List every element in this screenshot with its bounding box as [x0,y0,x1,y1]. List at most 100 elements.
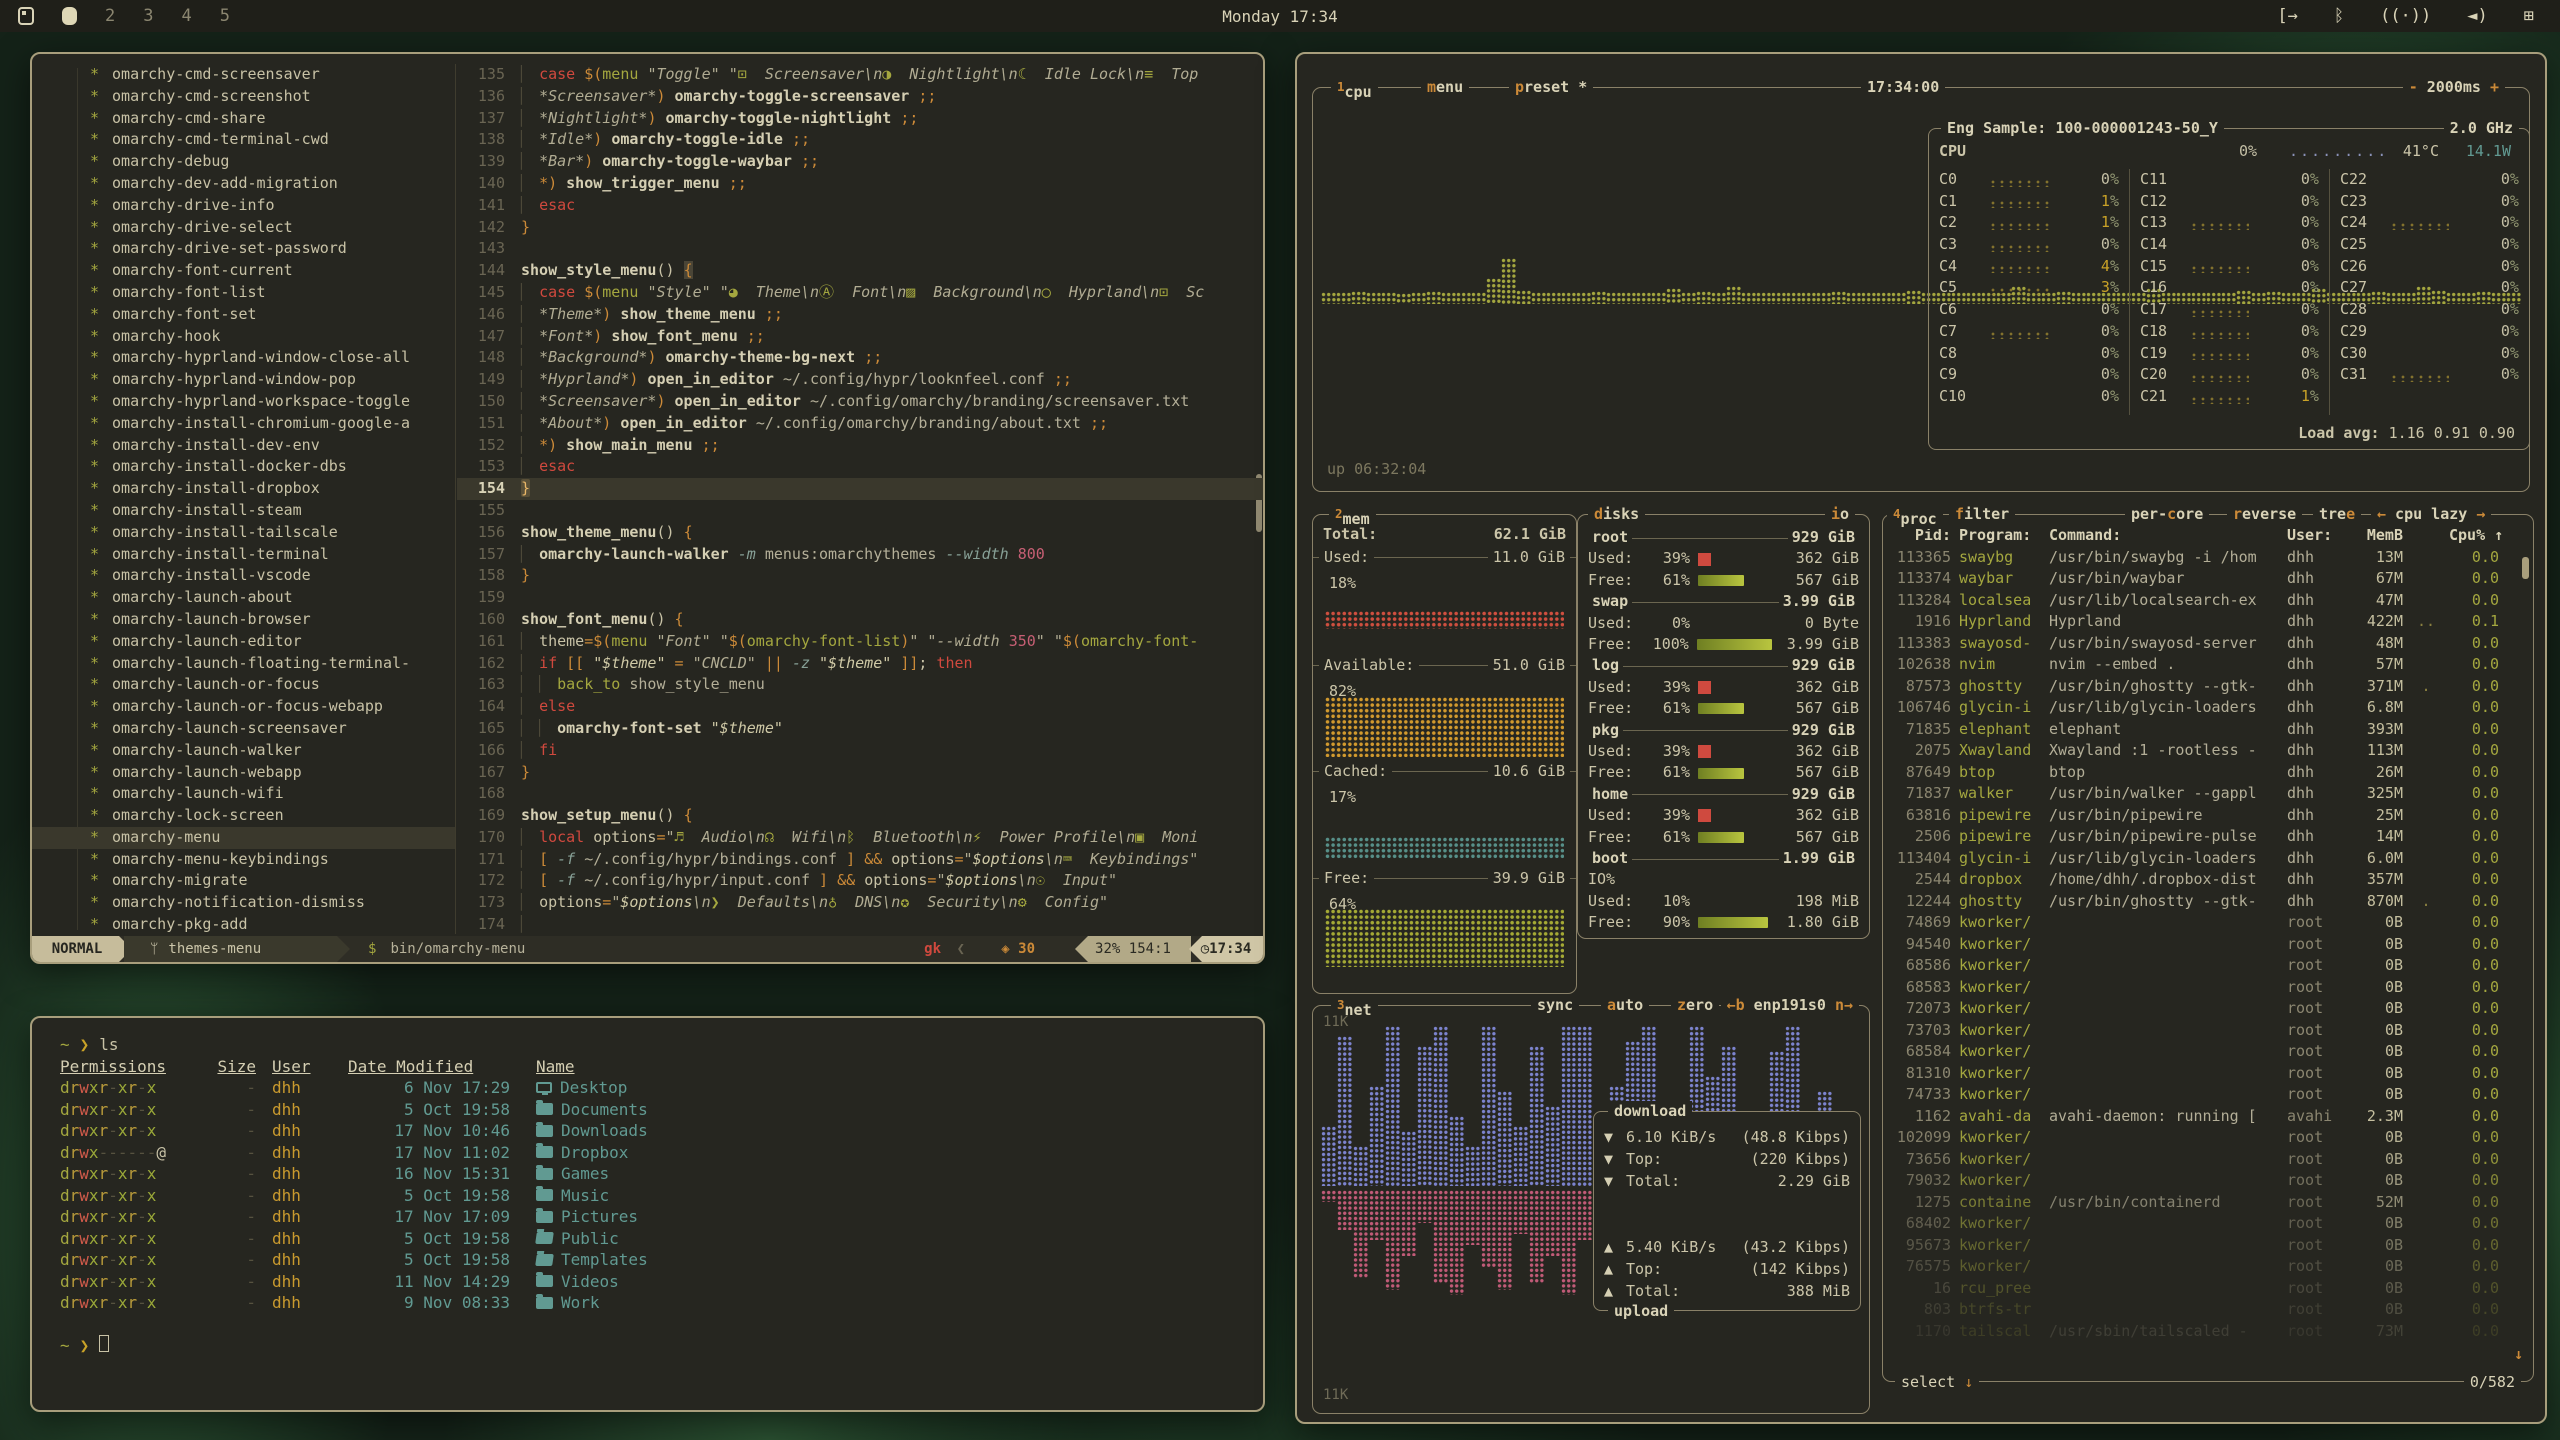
file-tree-item[interactable]: *omarchy-menu [32,827,455,849]
process-row[interactable]: 2506pipewire/usr/bin/pipewire-pulsedhh14… [1883,826,2533,848]
proc-scrollbar[interactable] [2522,557,2529,579]
process-row[interactable]: 94540kworker/root0B0.0 [1883,934,2533,956]
file-tree-item[interactable]: *omarchy-hyprland-window-close-all [32,347,455,369]
sort-selector[interactable]: ← cpu lazy → [2371,504,2491,524]
prompt-line-2[interactable]: ~❯ [60,1335,1263,1357]
btop-window[interactable]: 1cpu menu preset * 17:34:00 - 2000ms + u… [1295,52,2547,1424]
file-tree-item[interactable]: *omarchy-cmd-screenshot [32,86,455,108]
file-tree-item[interactable]: *omarchy-install-dev-env [32,435,455,457]
tab-filter[interactable]: filter [1949,504,2015,524]
process-row[interactable]: 72073kworker/root0B0.0 [1883,998,2533,1020]
file-tree-item[interactable]: *omarchy-drive-select [32,217,455,239]
process-row[interactable]: 113284localsea/usr/lib/localsearch-exdhh… [1883,590,2533,612]
file-tree-item[interactable]: *omarchy-migrate [32,870,455,892]
file-tree-item[interactable]: *omarchy-install-docker-dbs [32,456,455,478]
file-tree-item[interactable]: *omarchy-install-terminal [32,544,455,566]
file-tree-item[interactable]: *omarchy-launch-browser [32,609,455,631]
process-row[interactable]: 803btrfs-trroot0B0.0 [1883,1299,2533,1321]
file-tree-item[interactable]: *omarchy-launch-or-focus [32,674,455,696]
file-tree-item[interactable]: *omarchy-launch-about [32,587,455,609]
tab-disks[interactable]: disks [1588,504,1645,524]
process-row[interactable]: 113383swayosd-/usr/bin/swayosd-serverdhh… [1883,633,2533,655]
tab-zero[interactable]: zero [1671,995,1719,1015]
code-area[interactable]: 135▏ case $(menu "Toggle" "⊡ Screensaver… [457,64,1263,934]
tab-auto[interactable]: auto [1601,995,1649,1015]
file-tree-item[interactable]: *omarchy-launch-screensaver [32,718,455,740]
process-row[interactable]: 1170tailscal/usr/sbin/tailscaled -root73… [1883,1321,2533,1343]
tab-menu[interactable]: menu [1421,77,1469,97]
tab-proc[interactable]: 4proc [1887,504,1943,529]
process-row[interactable]: 79032kworker/root0B0.0 [1883,1170,2533,1192]
file-tree-item[interactable]: *omarchy-install-chromium-google-a [32,413,455,435]
process-row[interactable]: 87573ghostty/usr/bin/ghostty --gtk-dhh37… [1883,676,2533,698]
process-row[interactable]: 12244ghostty/usr/bin/ghostty --gtk-dhh87… [1883,891,2533,913]
file-tree-item[interactable]: *omarchy-notification-dismiss [32,892,455,914]
file-tree-item[interactable]: *omarchy-hyprland-workspace-toggle [32,391,455,413]
file-tree-item[interactable]: *omarchy-drive-set-password [32,238,455,260]
file-tree-item[interactable]: *omarchy-hook [32,326,455,348]
file-tree-item[interactable]: *omarchy-hyprland-window-pop [32,369,455,391]
terminal-content[interactable]: ~❯ls PermissionsSizeUserDate ModifiedNam… [32,1018,1263,1410]
file-tree-item[interactable]: *omarchy-launch-walker [32,740,455,762]
net-interface[interactable]: ←b enp191s0 n→ [1721,995,1859,1015]
process-row[interactable]: 95673kworker/root0B0.0 [1883,1235,2533,1257]
file-tree-item[interactable]: *omarchy-lock-screen [32,805,455,827]
tab-per-core[interactable]: per-core [2125,504,2209,524]
file-tree-item[interactable]: *omarchy-install-tailscale [32,522,455,544]
process-row[interactable]: 73703kworker/root0B0.0 [1883,1020,2533,1042]
process-row[interactable]: 2075XwaylandXwayland :1 -rootless -dhh11… [1883,740,2533,762]
process-row[interactable]: 63816pipewire/usr/bin/pipewiredhh25M0.0 [1883,805,2533,827]
tab-tree[interactable]: tree [2313,504,2361,524]
file-tree-item[interactable]: *omarchy-install-vscode [32,565,455,587]
process-row[interactable]: 1162avahi-daavahi-daemon: running [avahi… [1883,1106,2533,1128]
file-tree-item[interactable]: *omarchy-install-dropbox [32,478,455,500]
process-row[interactable]: 68402kworker/root0B0.0 [1883,1213,2533,1235]
process-row[interactable]: 16rcu_preeroot0B0.0 [1883,1278,2533,1300]
tab-sync[interactable]: sync [1531,995,1579,1015]
process-row[interactable]: 81310kworker/root0B0.0 [1883,1063,2533,1085]
file-tree-item[interactable]: *omarchy-launch-editor [32,631,455,653]
file-tree[interactable]: *omarchy-cmd-screensaver*omarchy-cmd-scr… [32,64,456,934]
process-row[interactable]: 102638nvimnvim --embed .dhh57M0.0 [1883,654,2533,676]
process-row[interactable]: 1275containe/usr/bin/containerdroot52M0.… [1883,1192,2533,1214]
process-row[interactable]: 106746glycin-i/usr/lib/glycin-loadersdhh… [1883,697,2533,719]
file-tree-item[interactable]: *omarchy-launch-webapp [32,762,455,784]
file-tree-item[interactable]: *omarchy-font-set [32,304,455,326]
file-tree-item[interactable]: *omarchy-launch-or-focus-webapp [32,696,455,718]
file-tree-item[interactable]: *omarchy-install-steam [32,500,455,522]
process-row[interactable]: 73656kworker/root0B0.0 [1883,1149,2533,1171]
process-row[interactable]: 68583kworker/root0B0.0 [1883,977,2533,999]
tab-io[interactable]: io [1825,504,1855,524]
file-tree-item[interactable]: *omarchy-pkg-add [32,914,455,934]
process-row[interactable]: 1916HyprlandHyprlanddhh422M..0.1 [1883,611,2533,633]
process-row[interactable]: 68586kworker/root0B0.0 [1883,955,2533,977]
update-interval[interactable]: - 2000ms + [2403,77,2505,97]
process-row[interactable]: 113404glycin-i/usr/lib/glycin-loadersdhh… [1883,848,2533,870]
file-tree-item[interactable]: *omarchy-menu-keybindings [32,849,455,871]
tab-preset[interactable]: preset * [1509,77,1593,97]
file-tree-item[interactable]: *omarchy-cmd-screensaver [32,64,455,86]
scroll-down-icon[interactable]: ↓ [2514,1345,2523,1363]
proc-select-hint[interactable]: select ↓ [1895,1372,1979,1392]
process-row[interactable]: 71835elephantelephantdhh393M0.0 [1883,719,2533,741]
terminal-window[interactable]: ~❯ls PermissionsSizeUserDate ModifiedNam… [30,1016,1265,1412]
tab-cpu[interactable]: 1cpu [1331,77,1378,102]
tab-reverse[interactable]: reverse [2227,504,2302,524]
process-row[interactable]: 113374waybar/usr/bin/waybardhh67M0.0 [1883,568,2533,590]
process-row[interactable]: 102099kworker/root0B0.0 [1883,1127,2533,1149]
process-row[interactable]: 87649btopbtopdhh26M0.0 [1883,762,2533,784]
file-tree-item[interactable]: *omarchy-cmd-terminal-cwd [32,129,455,151]
file-tree-item[interactable]: *omarchy-debug [32,151,455,173]
file-tree-item[interactable]: *omarchy-font-current [32,260,455,282]
process-row[interactable]: 74733kworker/root0B0.0 [1883,1084,2533,1106]
file-tree-item[interactable]: *omarchy-cmd-share [32,108,455,130]
process-row[interactable]: 113365swaybg/usr/bin/swaybg -i /homdhh13… [1883,547,2533,569]
process-row[interactable]: 2544dropbox/home/dhh/.dropbox-distdhh357… [1883,869,2533,891]
process-row[interactable]: 76575kworker/root0B0.0 [1883,1256,2533,1278]
process-row[interactable]: 68584kworker/root0B0.0 [1883,1041,2533,1063]
editor-window[interactable]: *omarchy-cmd-screensaver*omarchy-cmd-scr… [30,52,1265,964]
process-row[interactable]: 71837walker/usr/bin/walker --gappldhh325… [1883,783,2533,805]
file-tree-item[interactable]: *omarchy-dev-add-migration [32,173,455,195]
file-tree-item[interactable]: *omarchy-font-list [32,282,455,304]
file-tree-item[interactable]: *omarchy-launch-floating-terminal- [32,653,455,675]
